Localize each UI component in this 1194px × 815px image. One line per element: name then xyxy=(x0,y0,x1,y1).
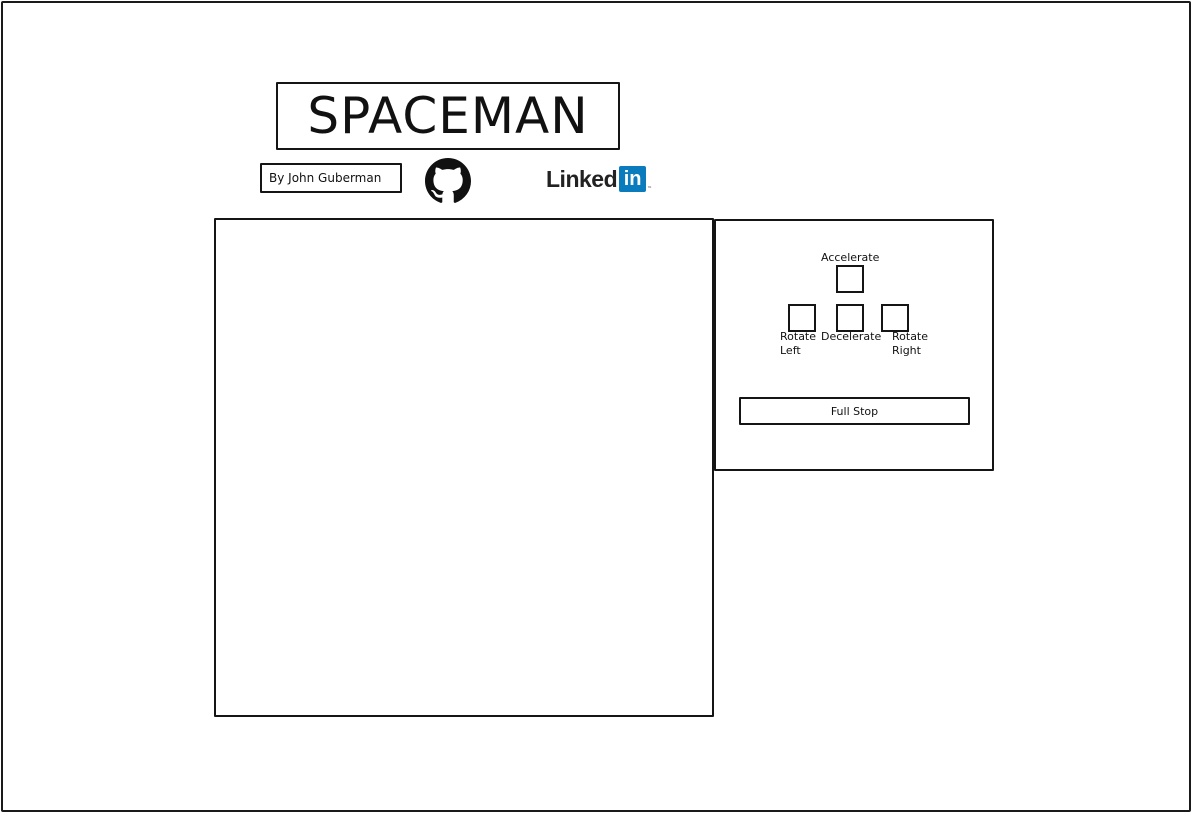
linkedin-logo-word: Linked xyxy=(546,165,618,192)
github-link[interactable] xyxy=(425,158,471,204)
rotate-right-label: Rotate Right xyxy=(892,330,928,358)
linkedin-trademark: ™ xyxy=(647,186,653,192)
accelerate-label: Accelerate xyxy=(821,251,880,264)
rotate-left-label: Rotate Left xyxy=(780,330,816,358)
byline-text: By John Guberman xyxy=(269,171,382,185)
rotate-left-label-line2: Left xyxy=(780,344,801,357)
byline: By John Guberman xyxy=(260,163,402,193)
full-stop-label: Full Stop xyxy=(830,404,879,418)
rotate-left-button[interactable] xyxy=(788,304,816,332)
rotate-right-label-line2: Right xyxy=(892,344,921,357)
page-title: SPACEMAN xyxy=(307,87,589,145)
linkedin-link[interactable]: Linked in ™ xyxy=(546,164,652,194)
rotate-left-label-line1: Rotate xyxy=(780,330,817,343)
rotate-right-label-line1: Rotate xyxy=(892,330,929,343)
accelerate-button[interactable] xyxy=(836,265,864,293)
page-title-box: SPACEMAN xyxy=(276,82,620,150)
rotate-right-button[interactable] xyxy=(881,304,909,332)
decelerate-label: Decelerate xyxy=(821,330,882,343)
decelerate-button[interactable] xyxy=(836,304,864,332)
full-stop-button[interactable]: Full Stop xyxy=(739,397,970,425)
github-icon xyxy=(425,158,471,203)
game-canvas[interactable] xyxy=(214,218,714,717)
linkedin-icon: in xyxy=(619,166,647,192)
